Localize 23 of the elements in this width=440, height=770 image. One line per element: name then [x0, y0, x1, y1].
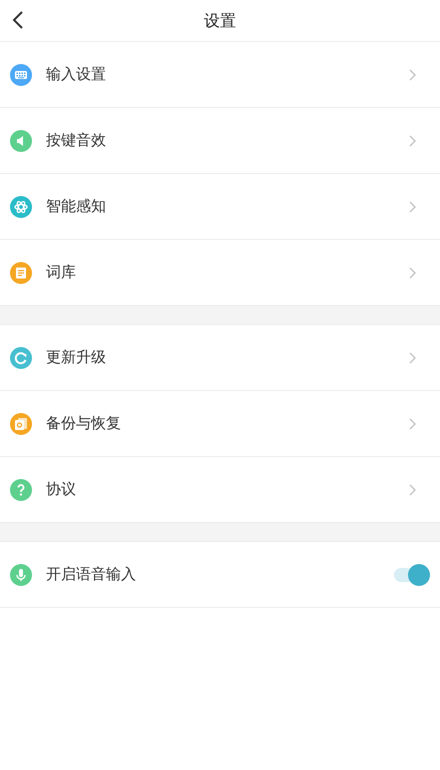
settings-row[interactable]: 输入设置 — [0, 42, 440, 108]
row-label: 按键音效 — [46, 130, 107, 152]
chevron-icon — [409, 418, 416, 430]
settings-row[interactable]: 智能感知 — [0, 174, 440, 240]
settings-row[interactable]: 按键音效 — [0, 108, 440, 174]
row-label: 输入设置 — [46, 64, 107, 86]
row-label: 词库 — [46, 262, 77, 284]
chevron-icon — [409, 352, 416, 364]
settings-row[interactable]: 更新升级 — [0, 325, 440, 391]
voice-input-toggle[interactable] — [392, 564, 430, 586]
chevron-icon — [409, 134, 416, 146]
row-label: 智能感知 — [46, 196, 107, 218]
chevron-icon — [409, 266, 416, 278]
chevron-icon — [409, 484, 416, 496]
settings-row[interactable]: 备份与恢复 — [0, 391, 440, 457]
row-label: 协议 — [46, 479, 77, 500]
page-title: 设置 — [204, 10, 236, 32]
chevron-icon — [409, 68, 416, 80]
row-label: 更新升级 — [46, 347, 107, 368]
row-label: 开启语音输入 — [46, 564, 137, 586]
row-label: 备份与恢复 — [46, 413, 122, 434]
chevron-icon — [409, 200, 416, 212]
settings-row[interactable]: 开启语音输入 — [0, 542, 440, 608]
